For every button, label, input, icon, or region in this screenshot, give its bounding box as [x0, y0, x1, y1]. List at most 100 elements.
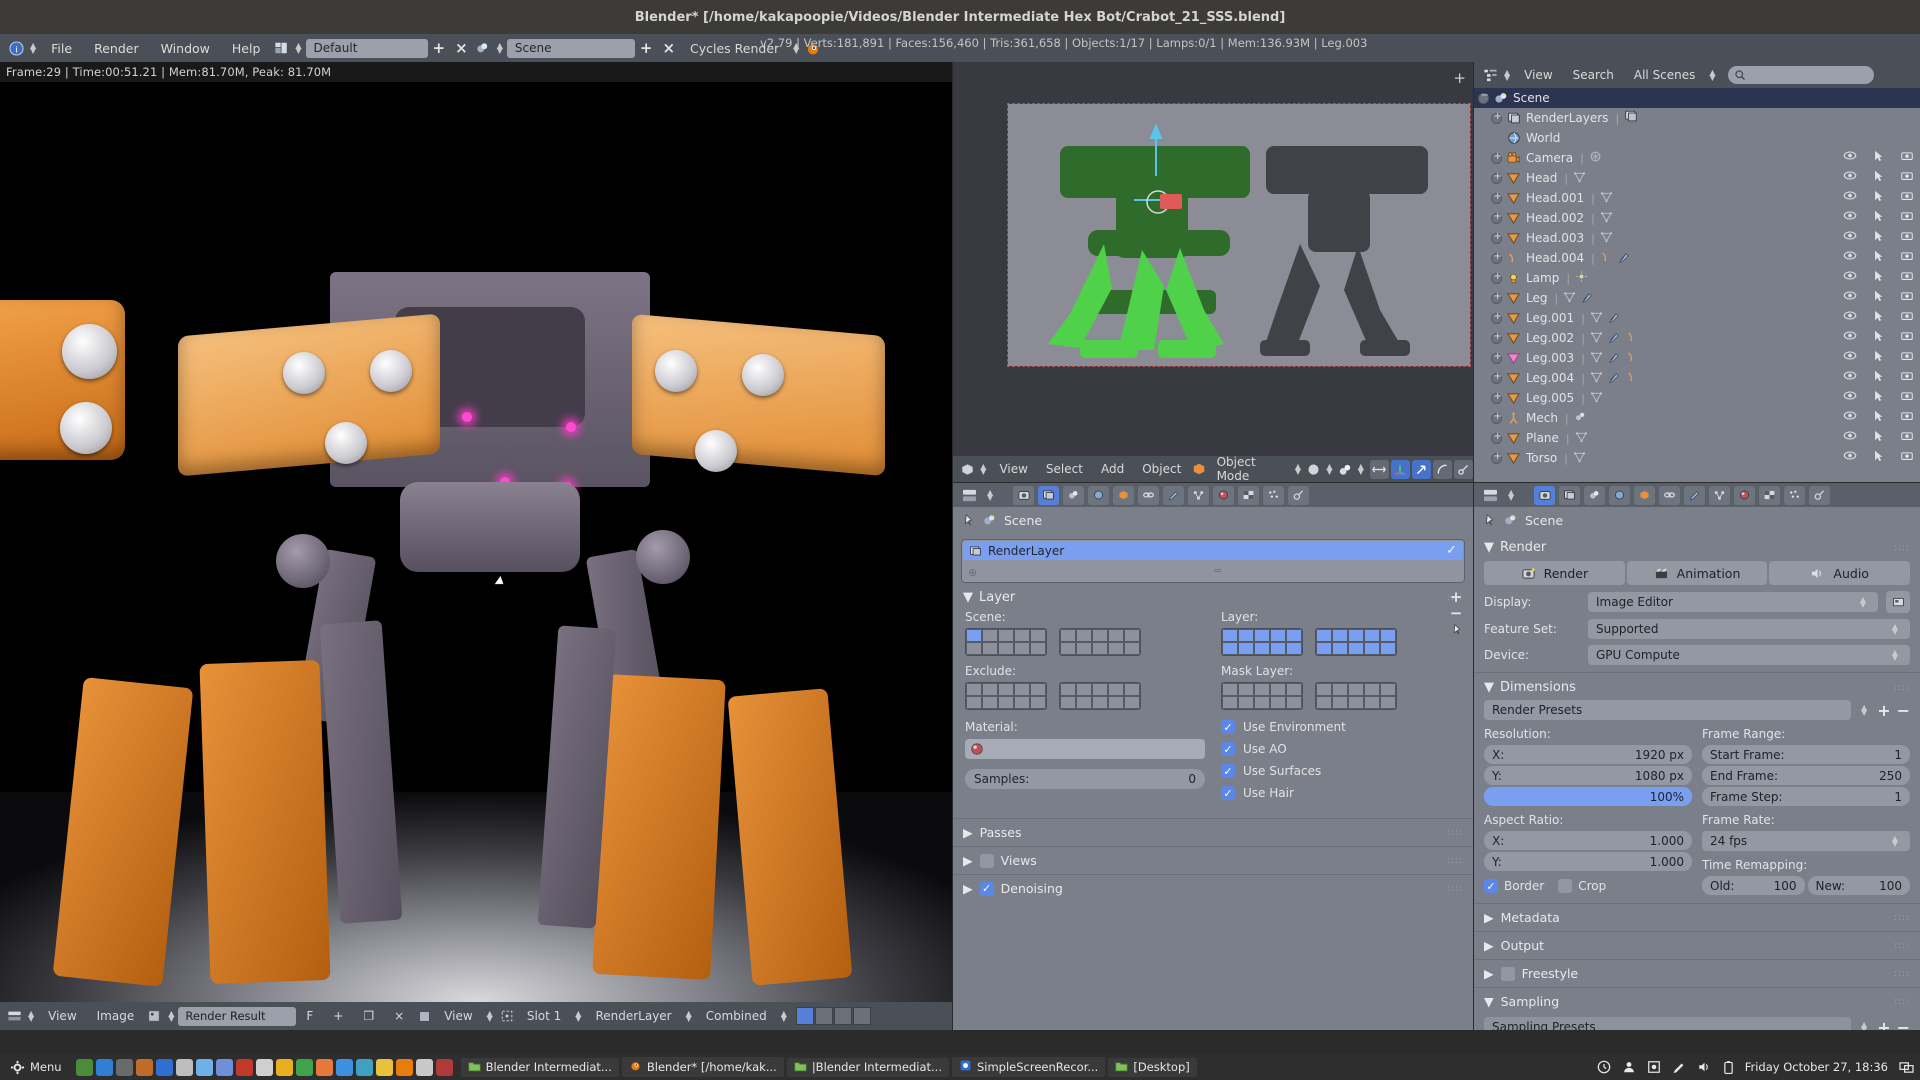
layer-cell[interactable]	[1092, 696, 1108, 709]
checkbox[interactable]: ✓	[1221, 764, 1235, 778]
editor-type-spinner[interactable]: ▲ ▼	[30, 42, 36, 55]
border-checkbox[interactable]: ✓	[1484, 879, 1498, 893]
outliner-expand-toggle[interactable]	[1491, 171, 1502, 184]
outliner-row-restrict-columns[interactable]	[1843, 270, 1914, 285]
section-passes-header[interactable]: ▶ Passes::::	[953, 818, 1473, 846]
screen-layout-spinner[interactable]: ▲ ▼	[295, 42, 301, 55]
outliner-expand-toggle[interactable]	[1491, 251, 1502, 264]
outliner-expand-toggle[interactable]	[1491, 151, 1502, 164]
restrict-view-eye-icon[interactable]	[1843, 310, 1857, 325]
layer-cell[interactable]	[1364, 696, 1380, 709]
layer-cell[interactable]	[1316, 683, 1332, 696]
layer-cell[interactable]	[1270, 683, 1286, 696]
restrict-select-cursor-icon[interactable]	[1873, 390, 1884, 405]
time-remap-new-field[interactable]: New: 100	[1807, 876, 1910, 895]
restrict-view-eye-icon[interactable]	[1843, 370, 1857, 385]
outliner-row-leg-002[interactable]: Leg.002 |	[1474, 328, 1920, 348]
outliner-expand-toggle[interactable]	[1491, 371, 1502, 384]
outliner-row-leg-005[interactable]: Leg.005 |	[1474, 388, 1920, 408]
pivot-point-icon[interactable]	[1336, 460, 1353, 478]
section-metadata-header[interactable]: ▶ Metadata ::::	[1474, 903, 1920, 931]
layer-cell[interactable]	[1092, 683, 1108, 696]
unlink-image-button[interactable]: ×	[384, 1007, 414, 1025]
checkbox[interactable]: ✓	[1221, 742, 1235, 756]
layer-cell[interactable]	[1332, 642, 1348, 655]
editor-type-properties-icon-right[interactable]	[1480, 486, 1500, 504]
layer-cell[interactable]	[1222, 642, 1238, 655]
taskbar-clock[interactable]: Friday October 27, 18:36	[1745, 1060, 1888, 1074]
tab-constraints[interactable]	[1138, 485, 1160, 505]
interaction-mode-spinner[interactable]: ▲ ▼	[1295, 463, 1301, 476]
taskbar-window-button[interactable]: |Blender Intermediat...	[786, 1057, 949, 1077]
restrict-select-cursor-icon[interactable]	[1873, 270, 1884, 285]
restrict-select-cursor-icon[interactable]	[1873, 150, 1884, 165]
outliner-row-datablocks[interactable]: |	[1591, 251, 1631, 266]
layer-layer-grid-a[interactable]	[1221, 628, 1303, 656]
section-checkbox[interactable]: ✓	[979, 881, 994, 896]
checkbox[interactable]: ✓	[1221, 720, 1235, 734]
layer-cell[interactable]	[1316, 696, 1332, 709]
outliner-row-restrict-columns[interactable]	[1843, 250, 1914, 265]
outliner-expand-toggle[interactable]	[1491, 331, 1502, 344]
layer-cell[interactable]	[1254, 629, 1270, 642]
aspect-y-field[interactable]: Y: 1.000	[1484, 852, 1692, 871]
render-slot-spinner[interactable]: ▲ ▼	[575, 1010, 581, 1023]
tab-world-right[interactable]	[1609, 485, 1631, 505]
layer-cell[interactable]	[1124, 642, 1140, 655]
section-layer-header[interactable]: ▼ Layer ::::	[953, 583, 1473, 608]
layer-cell[interactable]	[1092, 629, 1108, 642]
volume-icon[interactable]	[1697, 1060, 1712, 1074]
add-renderlayer-button[interactable]: +	[1445, 588, 1467, 606]
properties-editor-type-spinner-right[interactable]: ▲ ▼	[1508, 489, 1514, 502]
outliner-expand-toggle[interactable]	[1491, 451, 1502, 464]
rotate-manipulator-icon[interactable]	[1432, 459, 1452, 479]
display-channel-color-icon[interactable]	[795, 1007, 814, 1025]
outliner-row-restrict-columns[interactable]	[1843, 410, 1914, 425]
render-slot-selector[interactable]: Slot 1	[517, 1007, 571, 1025]
restrict-render-camera-icon[interactable]	[1900, 390, 1914, 405]
layer-cell[interactable]	[1332, 683, 1348, 696]
section-render-header[interactable]: ▼ Render ::::	[1474, 533, 1920, 558]
editor-type-3dview-icon[interactable]	[959, 460, 976, 478]
outliner-row-datablocks[interactable]: |	[1581, 371, 1639, 386]
outliner-search-input[interactable]	[1727, 66, 1874, 84]
restrict-view-eye-icon[interactable]	[1843, 250, 1857, 265]
layer-cell[interactable]	[1108, 642, 1124, 655]
layer-cell[interactable]	[998, 683, 1014, 696]
restrict-view-eye-icon[interactable]	[1843, 170, 1857, 185]
image-datablock-field[interactable]: Render Result	[178, 1006, 297, 1026]
tab-world[interactable]	[1088, 485, 1110, 505]
restrict-select-cursor-icon[interactable]	[1873, 310, 1884, 325]
render-image-button[interactable]: Render	[1484, 561, 1625, 585]
layer-option-use-environment[interactable]: ✓ Use Environment	[1221, 720, 1461, 734]
outliner-row-datablocks[interactable]: |	[1581, 311, 1621, 326]
layer-cell[interactable]	[998, 642, 1014, 655]
layer-cell[interactable]	[1380, 696, 1396, 709]
outliner-row-head-001[interactable]: Head.001 |	[1474, 188, 1920, 208]
layer-cell[interactable]	[1222, 696, 1238, 709]
layer-cell[interactable]	[1316, 642, 1332, 655]
start-menu-button[interactable]: Menu	[4, 1060, 68, 1075]
layer-cell[interactable]	[1286, 696, 1302, 709]
open-image-button[interactable]: ❐	[353, 1007, 384, 1025]
outliner-row-restrict-columns[interactable]	[1843, 370, 1914, 385]
outliner-row-leg-001[interactable]: Leg.001 |	[1474, 308, 1920, 328]
outliner-row-restrict-columns[interactable]	[1843, 170, 1914, 185]
pin-renderlayer-button[interactable]	[1445, 621, 1467, 637]
layer-cell[interactable]	[1348, 696, 1364, 709]
scene-browse-icon[interactable]	[473, 39, 493, 57]
restrict-view-eye-icon[interactable]	[1843, 450, 1857, 465]
battery-icon[interactable]	[1723, 1060, 1734, 1075]
render-layer-selector[interactable]: RenderLayer	[585, 1007, 681, 1025]
taskbar-window-button[interactable]: Blender Intermediat...	[460, 1057, 619, 1077]
camera-data-icon[interactable]	[1589, 150, 1602, 166]
restrict-render-camera-icon[interactable]	[1900, 290, 1914, 305]
mesh-data-icon[interactable]	[1590, 391, 1603, 406]
layer-cell[interactable]	[1286, 629, 1302, 642]
launcher-app-icon[interactable]	[315, 1058, 333, 1076]
outliner-display-mode-spinner[interactable]: ▲ ▼	[1709, 69, 1715, 82]
modifier-icon[interactable]	[1618, 251, 1631, 266]
launcher-app-icon[interactable]	[115, 1058, 133, 1076]
launcher-app-icon[interactable]	[175, 1058, 193, 1076]
layer-cell[interactable]	[1270, 642, 1286, 655]
